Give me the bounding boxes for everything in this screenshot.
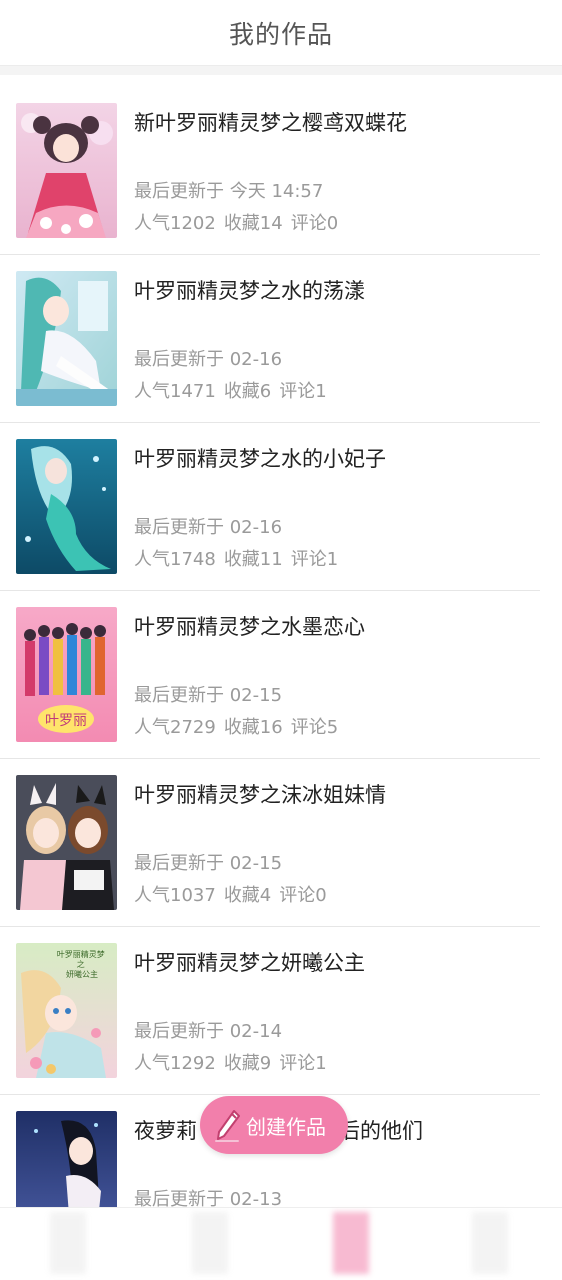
work-title: 叶罗丽精灵梦之水的荡漾 [134, 279, 365, 303]
cover-caption-line1: 叶罗丽精灵梦 [57, 949, 105, 959]
work-title-head: 夜萝莉 [134, 1119, 197, 1143]
nav-tab-profile[interactable] [472, 1212, 508, 1274]
nav-tab-home-icon [50, 1212, 86, 1274]
favorites-count: 收藏14 [223, 213, 283, 234]
work-item[interactable]: 叶罗丽精灵梦之水的小妃子 最后更新于 02-16 人气1748 收藏11 评论1 [0, 423, 562, 591]
favorites-count: 收藏9 [223, 1053, 272, 1074]
work-cover-image [16, 103, 117, 238]
create-work-button[interactable]: 创建作品 [200, 1096, 348, 1154]
work-updated-time: 最后更新于 02-15 [134, 685, 283, 706]
work-stats: 人气2729 收藏16 评论5 [134, 713, 346, 739]
my-works-screen: 我的作品 新叶罗丽精灵梦之樱鸢双蝶花 最后更新于 今天 14:57 人气1202… [0, 0, 562, 1280]
header-divider [0, 66, 562, 75]
nav-tab-2-icon [192, 1212, 228, 1274]
nav-tab-works-icon [333, 1212, 369, 1274]
work-item[interactable]: 叶罗丽精灵梦之水的荡漾 最后更新于 02-16 人气1471 收藏6 评论1 [0, 255, 562, 423]
comments-count: 评论5 [290, 717, 339, 738]
comments-count: 评论0 [290, 213, 339, 234]
favorites-count: 收藏16 [223, 717, 283, 738]
comments-count: 评论1 [290, 549, 339, 570]
comments-count: 评论0 [279, 885, 327, 906]
work-stats: 人气1471 收藏6 评论1 [134, 377, 335, 403]
work-cover-image [16, 439, 117, 574]
work-item[interactable]: 新叶罗丽精灵梦之樱鸢双蝶花 最后更新于 今天 14:57 人气1202 收藏14 评… [0, 87, 562, 255]
create-work-label: 创建作品 [246, 1114, 326, 1139]
work-title-tail: 后的他们 [339, 1119, 423, 1143]
work-cover-image: 叶罗丽 [16, 607, 117, 742]
work-title: 叶罗丽精灵梦之水墨恋心 [134, 615, 365, 639]
header: 我的作品 [0, 0, 562, 66]
cover-caption-line2: 之 [77, 959, 85, 969]
work-cover-image: 叶罗丽精灵梦 之 妍曦公主 [16, 943, 117, 1078]
work-item[interactable]: 叶罗丽精灵梦 之 妍曦公主 叶罗丽精灵梦之妍曦公主 最后更新于 02-14 人气… [0, 927, 562, 1095]
popularity-count: 人气1471 [134, 381, 216, 402]
work-title: 叶罗丽精灵梦之水的小妃子 [134, 447, 386, 471]
work-title: 叶罗丽精灵梦之沫冰姐妹情 [134, 783, 386, 807]
work-title: 叶罗丽精灵梦之妍曦公主 [134, 951, 365, 975]
work-stats: 人气1292 收藏9 评论1 [134, 1049, 335, 1075]
work-updated-time: 最后更新于 02-16 [134, 517, 283, 538]
nav-tab-home[interactable] [50, 1212, 86, 1274]
popularity-count: 人气1037 [134, 885, 216, 906]
popularity-count: 人气1202 [134, 213, 216, 234]
work-stats: 人气1748 收藏11 评论1 [134, 545, 346, 571]
work-title: 新叶罗丽精灵梦之樱鸢双蝶花 [134, 111, 407, 135]
work-updated-time: 最后更新于 02-15 [134, 853, 283, 874]
work-item[interactable]: 叶罗丽精灵梦之沫冰姐妹情 最后更新于 02-15 人气1037 收藏4 评论0 [0, 759, 562, 927]
work-stats: 人气1202 收藏14 评论0 [134, 209, 346, 235]
nav-tab-2[interactable] [192, 1212, 228, 1274]
work-stats: 人气1037 收藏4 评论0 [134, 881, 335, 907]
work-updated-time: 最后更新于 02-16 [134, 349, 283, 370]
work-updated-time: 最后更新于 02-14 [134, 1021, 283, 1042]
work-cover-image [16, 271, 117, 406]
favorites-count: 收藏11 [223, 549, 283, 570]
work-cover-image [16, 775, 117, 910]
pencil-icon [215, 1110, 240, 1142]
popularity-count: 人气1748 [134, 549, 216, 570]
works-list: 新叶罗丽精灵梦之樱鸢双蝶花 最后更新于 今天 14:57 人气1202 收藏14 评… [0, 87, 562, 1263]
bottom-nav [0, 1207, 562, 1280]
work-updated-time: 最后更新于 今天 14:57 [134, 181, 324, 202]
cover-caption-line3: 妍曦公主 [66, 969, 98, 979]
favorites-count: 收藏6 [223, 381, 272, 402]
cover-logo-text: 叶罗丽 [45, 713, 87, 729]
favorites-count: 收藏4 [223, 885, 272, 906]
page-title: 我的作品 [228, 19, 333, 49]
nav-tab-works[interactable] [333, 1212, 369, 1274]
popularity-count: 人气1292 [134, 1053, 216, 1074]
comments-count: 评论1 [279, 1053, 327, 1074]
work-item[interactable]: 叶罗丽 叶罗丽精灵梦之水墨恋心 最后更新于 02-15 人气2729 收藏16 评论… [0, 591, 562, 759]
nav-tab-profile-icon [472, 1212, 508, 1274]
popularity-count: 人气2729 [134, 717, 216, 738]
comments-count: 评论1 [279, 381, 327, 402]
